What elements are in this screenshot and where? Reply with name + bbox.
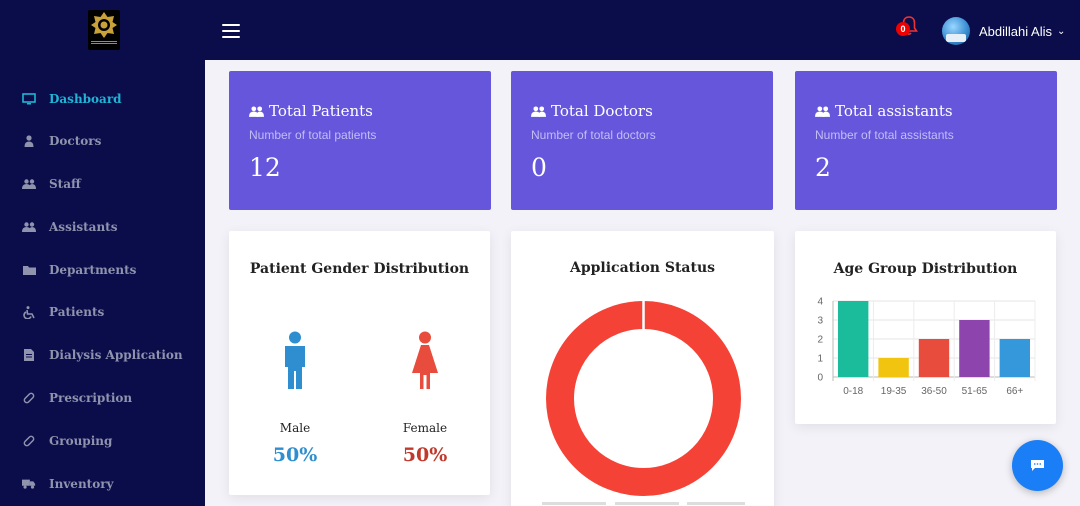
legend-item — [687, 502, 745, 505]
logo-wordmark — [88, 40, 120, 48]
stat-subtitle: Number of total assistants — [815, 128, 954, 142]
male-figure-icon — [285, 331, 305, 389]
sidebar-item-doctors[interactable]: Doctors — [0, 126, 205, 156]
x-tick-label: 66+ — [1006, 386, 1023, 397]
gender-distribution-card: Patient Gender Distribution Male 50% Fem… — [229, 231, 490, 495]
stat-card-total-doctors: Total Doctors Number of total doctors 0 — [511, 71, 773, 210]
sidebar: Dashboard Doctors Staff Assistants Depar… — [0, 60, 205, 506]
y-tick-label: 3 — [817, 316, 823, 327]
chat-button[interactable] — [1012, 440, 1063, 491]
user-doctor-icon — [22, 134, 36, 148]
bar-66+ — [999, 339, 1030, 377]
menu-toggle-button[interactable] — [222, 24, 240, 38]
y-tick-label: 2 — [817, 335, 823, 346]
users-icon — [22, 177, 36, 191]
female-figure-icon — [412, 331, 438, 389]
sidebar-item-departments[interactable]: Departments — [0, 255, 205, 285]
pill-icon — [22, 391, 36, 405]
stat-title: Total Patients — [249, 102, 373, 120]
bar-19-35 — [878, 358, 909, 377]
sidebar-item-assistants[interactable]: Assistants — [0, 212, 205, 242]
sidebar-item-label: Departments — [49, 263, 137, 277]
sidebar-item-label: Prescription — [49, 391, 133, 405]
female-label: Female — [402, 421, 448, 435]
users-icon — [815, 105, 830, 117]
application-status-donut-chart — [546, 301, 741, 496]
users-icon — [249, 105, 264, 117]
card-title: Application Status — [569, 260, 716, 276]
sidebar-item-label: Patients — [49, 305, 105, 319]
stat-title: Total assistants — [815, 102, 953, 120]
stat-subtitle: Number of total patients — [249, 128, 377, 142]
card-title: Age Group Distribution — [833, 261, 1018, 277]
file-icon — [22, 348, 36, 362]
logo-emblem-icon — [91, 12, 117, 38]
sidebar-item-label: Staff — [49, 177, 81, 191]
y-tick-label: 0 — [817, 373, 823, 384]
sidebar-item-label: Doctors — [49, 134, 102, 148]
card-title: Patient Gender Distribution — [249, 261, 470, 277]
wheelchair-icon — [22, 305, 36, 319]
sidebar-item-label: Inventory — [49, 477, 114, 491]
sidebar-item-dashboard[interactable]: Dashboard — [0, 84, 205, 114]
y-tick-label: 4 — [817, 297, 823, 308]
x-tick-label: 19-35 — [881, 386, 907, 397]
stat-card-total-patients: Total Patients Number of total patients … — [229, 71, 491, 210]
stat-title: Total Doctors — [531, 102, 653, 120]
truck-icon — [22, 477, 36, 491]
stat-title-text: Total assistants — [835, 102, 953, 120]
top-navbar: 0 Abdillahi Alis ⌄ — [0, 0, 1080, 60]
users-icon — [531, 105, 546, 117]
stat-title-text: Total Doctors — [551, 102, 653, 120]
sidebar-item-label: Dialysis Application — [49, 348, 183, 362]
donut-slice — [546, 301, 741, 496]
folder-icon — [22, 263, 36, 277]
stat-value: 12 — [249, 153, 281, 182]
x-tick-label: 36-50 — [921, 386, 947, 397]
bar-36-50 — [918, 339, 950, 377]
chat-icon — [1031, 460, 1044, 471]
user-menu[interactable]: Abdillahi Alis ⌄ — [942, 16, 1065, 46]
avatar — [942, 17, 970, 45]
desktop-icon — [22, 92, 36, 106]
bar-0-18 — [838, 301, 869, 377]
legend-item — [615, 502, 679, 505]
sidebar-item-prescription[interactable]: Prescription — [0, 383, 205, 413]
stat-value: 0 — [531, 153, 547, 182]
stat-value: 2 — [815, 153, 831, 182]
chevron-down-icon: ⌄ — [1057, 25, 1066, 37]
app-logo[interactable] — [88, 10, 120, 50]
stat-card-total-assistants: Total assistants Number of total assista… — [795, 71, 1057, 210]
sidebar-item-staff[interactable]: Staff — [0, 169, 205, 199]
sidebar-item-label: Dashboard — [49, 92, 122, 106]
stat-subtitle: Number of total doctors — [531, 128, 656, 142]
age-group-distribution-card: Age Group Distribution 0 1 2 3 4 0-18 19-35 36-… — [795, 231, 1056, 424]
users-icon — [22, 220, 36, 234]
sidebar-item-dialysis-application[interactable]: Dialysis Application — [0, 340, 205, 370]
sidebar-item-inventory[interactable]: Inventory — [0, 469, 205, 499]
sidebar-item-patients[interactable]: Patients — [0, 297, 205, 327]
sidebar-item-label: Grouping — [49, 434, 113, 448]
notification-bell[interactable]: 0 — [896, 16, 920, 40]
female-percentage: 50% — [402, 444, 448, 466]
sidebar-item-grouping[interactable]: Grouping — [0, 426, 205, 456]
x-tick-label: 51-65 — [962, 386, 988, 397]
sidebar-item-label: Assistants — [49, 220, 118, 234]
legend-item — [542, 502, 606, 505]
x-tick-label: 0-18 — [843, 386, 863, 397]
male-percentage: 50% — [272, 444, 318, 466]
notification-count-badge: 0 — [896, 22, 910, 36]
pill-icon — [22, 434, 36, 448]
application-status-card: Application Status — [511, 231, 774, 506]
age-group-bar-chart: 0 1 2 3 4 0-18 19-35 36-50 51-65 66+ — [817, 297, 1036, 397]
bar-51-65 — [959, 320, 990, 377]
user-name: Abdillahi Alis — [979, 23, 1052, 39]
male-label: Male — [279, 421, 311, 435]
y-tick-label: 1 — [817, 354, 823, 365]
stat-title-text: Total Patients — [269, 102, 373, 120]
